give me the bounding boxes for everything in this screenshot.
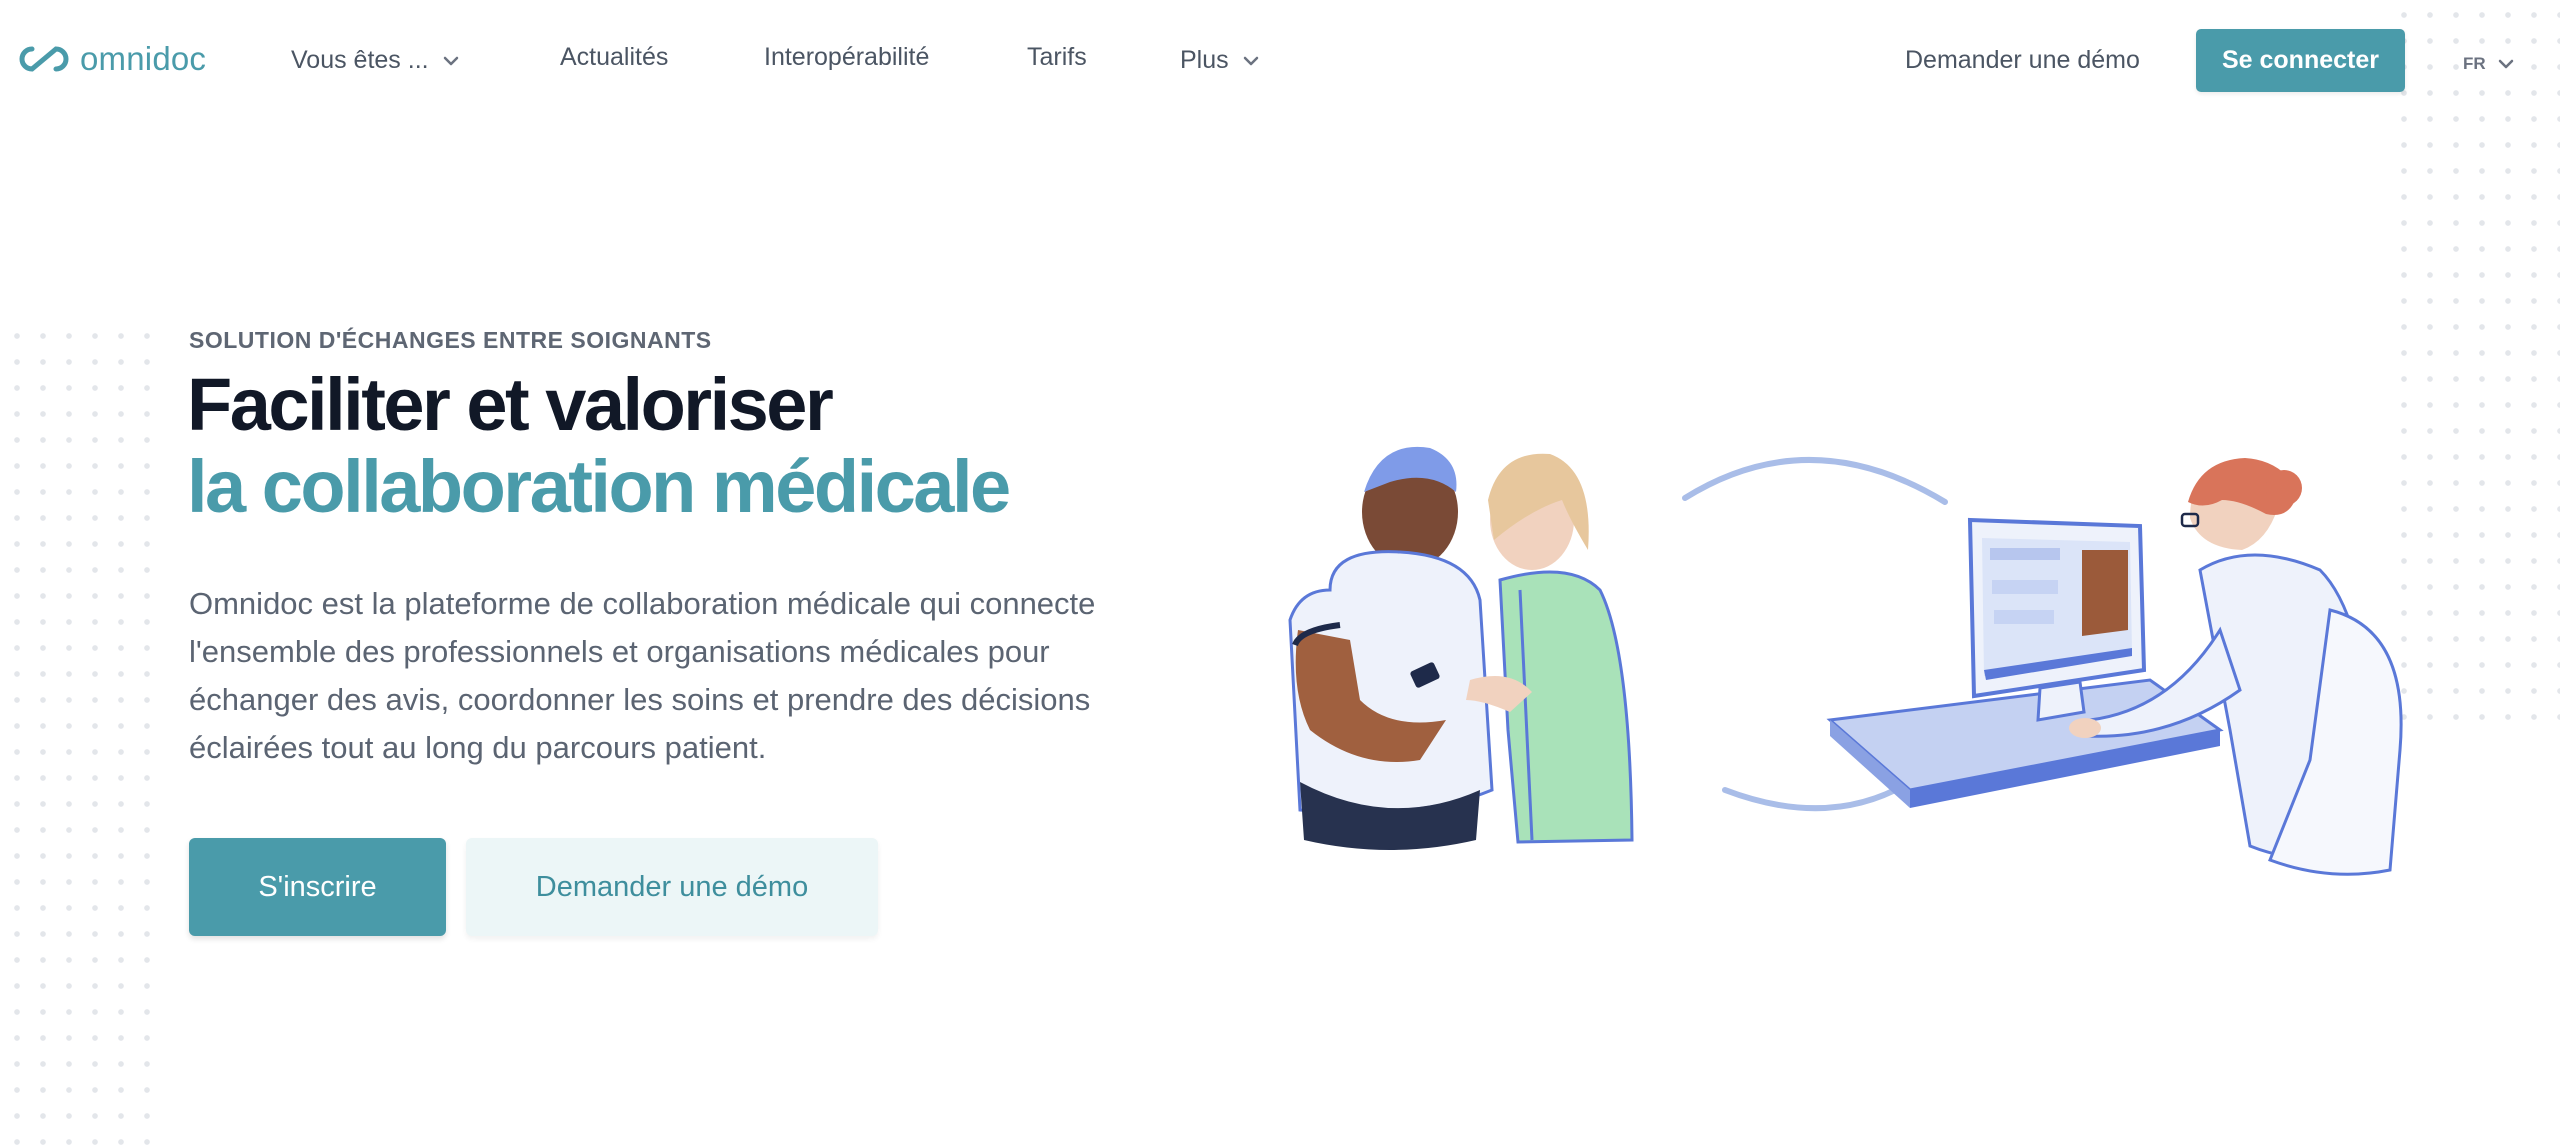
hero-description: Omnidoc est la plateforme de collaborati…: [189, 586, 1096, 765]
chevron-down-icon: [2498, 59, 2513, 69]
hero-eyebrow: SOLUTION D'ÉCHANGES ENTRE SOIGNANTS: [189, 327, 712, 353]
language-label: FR: [2463, 54, 2486, 73]
request-demo-button[interactable]: Demander une démo: [466, 838, 878, 936]
nav-item-label: Interopérabilité: [764, 43, 930, 71]
patient-figure: [1288, 446, 1494, 850]
request-demo-link[interactable]: Demander une démo: [1905, 46, 2140, 75]
top-navbar: omnidoc Vous êtes ... Actualités Interop…: [0, 0, 2560, 122]
nav-item-label: Vous êtes ...: [291, 46, 429, 74]
omnidoc-logo-icon: [19, 46, 69, 72]
nav-item-label: Plus: [1180, 46, 1229, 74]
chevron-down-icon: [1243, 56, 1258, 65]
nav-item-interoperabilite[interactable]: Interopérabilité: [764, 43, 929, 72]
dot-pattern-left: [0, 315, 155, 1145]
nav-item-label: Actualités: [560, 43, 669, 71]
nav-item-plus[interactable]: Plus: [1180, 46, 1261, 75]
nav-item-label: Tarifs: [1027, 43, 1087, 71]
logo-text: omnidoc: [80, 40, 207, 77]
collaboration-illustration: [1288, 446, 2403, 876]
nav-item-actualites[interactable]: Actualités: [560, 43, 668, 72]
hero-title-line2: la collaboration médicale: [187, 445, 1011, 528]
language-selector[interactable]: FR: [2459, 50, 2520, 78]
logo-link[interactable]: omnidoc: [18, 40, 206, 78]
login-button[interactable]: Se connecter: [2196, 29, 2405, 92]
hero-title-line1: Faciliter et valoriser: [187, 363, 834, 446]
nav-item-tarifs[interactable]: Tarifs: [1027, 43, 1087, 72]
nav-item-vous-etes[interactable]: Vous êtes ...: [291, 46, 461, 75]
signup-button[interactable]: S'inscrire: [189, 838, 446, 936]
chevron-down-icon: [443, 56, 458, 65]
